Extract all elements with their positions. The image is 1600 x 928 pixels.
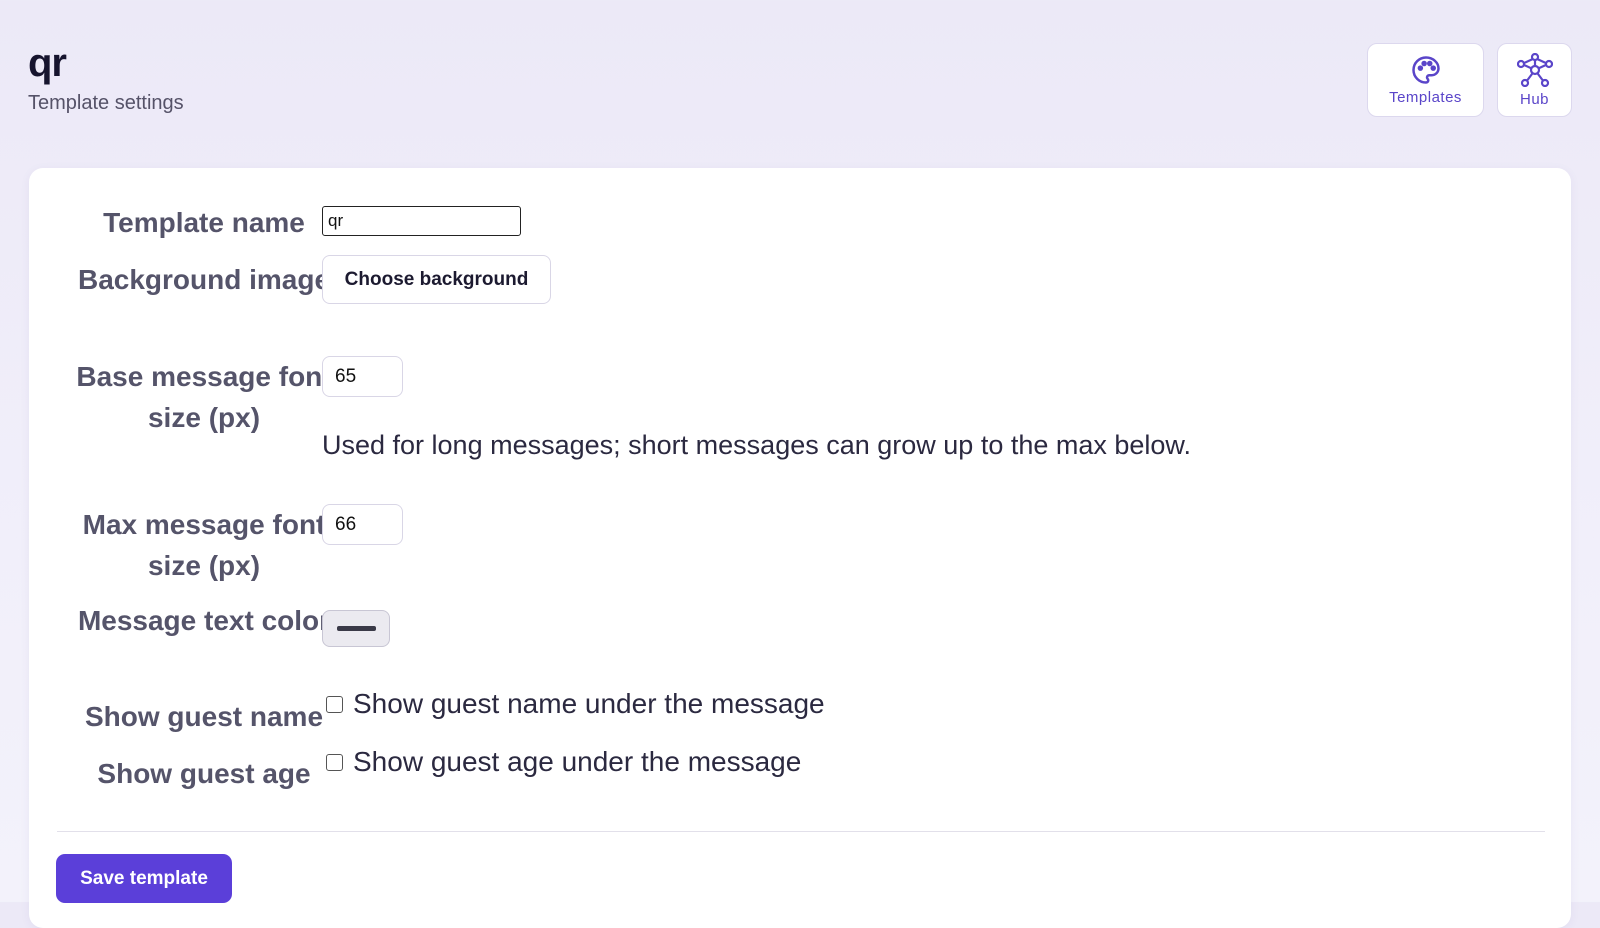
template-name-label: Template name <box>103 207 305 238</box>
save-template-button[interactable]: Save template <box>56 854 232 903</box>
show-guest-name-checkbox[interactable] <box>326 695 343 713</box>
templates-label: Templates <box>1389 88 1462 106</box>
top-nav: Templates Hub <box>1367 43 1572 117</box>
show-guest-name-label: Show guest name <box>84 701 324 732</box>
template-name-input[interactable] <box>322 206 521 236</box>
show-guest-name-text: Show guest name under the message <box>353 688 825 719</box>
text-color-label: Message text color <box>77 605 331 636</box>
settings-card: Template name Background image Choose ba… <box>29 168 1571 928</box>
page-title: qr <box>28 41 67 85</box>
text-color-picker[interactable] <box>322 610 390 647</box>
base-font-size-hint: Used for long messages; short messages c… <box>322 430 1191 460</box>
hub-label: Hub <box>1519 90 1550 108</box>
templates-button[interactable]: Templates <box>1367 43 1484 117</box>
page-header: qr Template settings <box>28 40 184 115</box>
base-font-size-label: Base message font size (px) <box>76 361 332 433</box>
choose-background-button[interactable]: Choose background <box>322 255 551 304</box>
background-image-label: Background image <box>77 264 331 295</box>
page-subtitle: Template settings <box>28 92 184 114</box>
show-guest-age-row: Show guest age under the message <box>326 746 801 778</box>
show-guest-age-label: Show guest age <box>97 758 311 789</box>
palette-icon <box>1411 55 1441 89</box>
show-guest-age-text: Show guest age under the message <box>353 746 802 777</box>
hub-icon <box>1516 52 1553 91</box>
divider <box>57 831 1545 832</box>
hub-button[interactable]: Hub <box>1497 43 1572 117</box>
show-guest-name-row: Show guest name under the message <box>326 688 825 720</box>
max-font-size-label: Max message font size (px) <box>82 509 326 581</box>
show-guest-age-checkbox[interactable] <box>326 753 343 771</box>
max-font-size-input[interactable] <box>322 504 403 545</box>
color-swatch-bar <box>336 626 376 631</box>
base-font-size-input[interactable] <box>322 356 403 397</box>
